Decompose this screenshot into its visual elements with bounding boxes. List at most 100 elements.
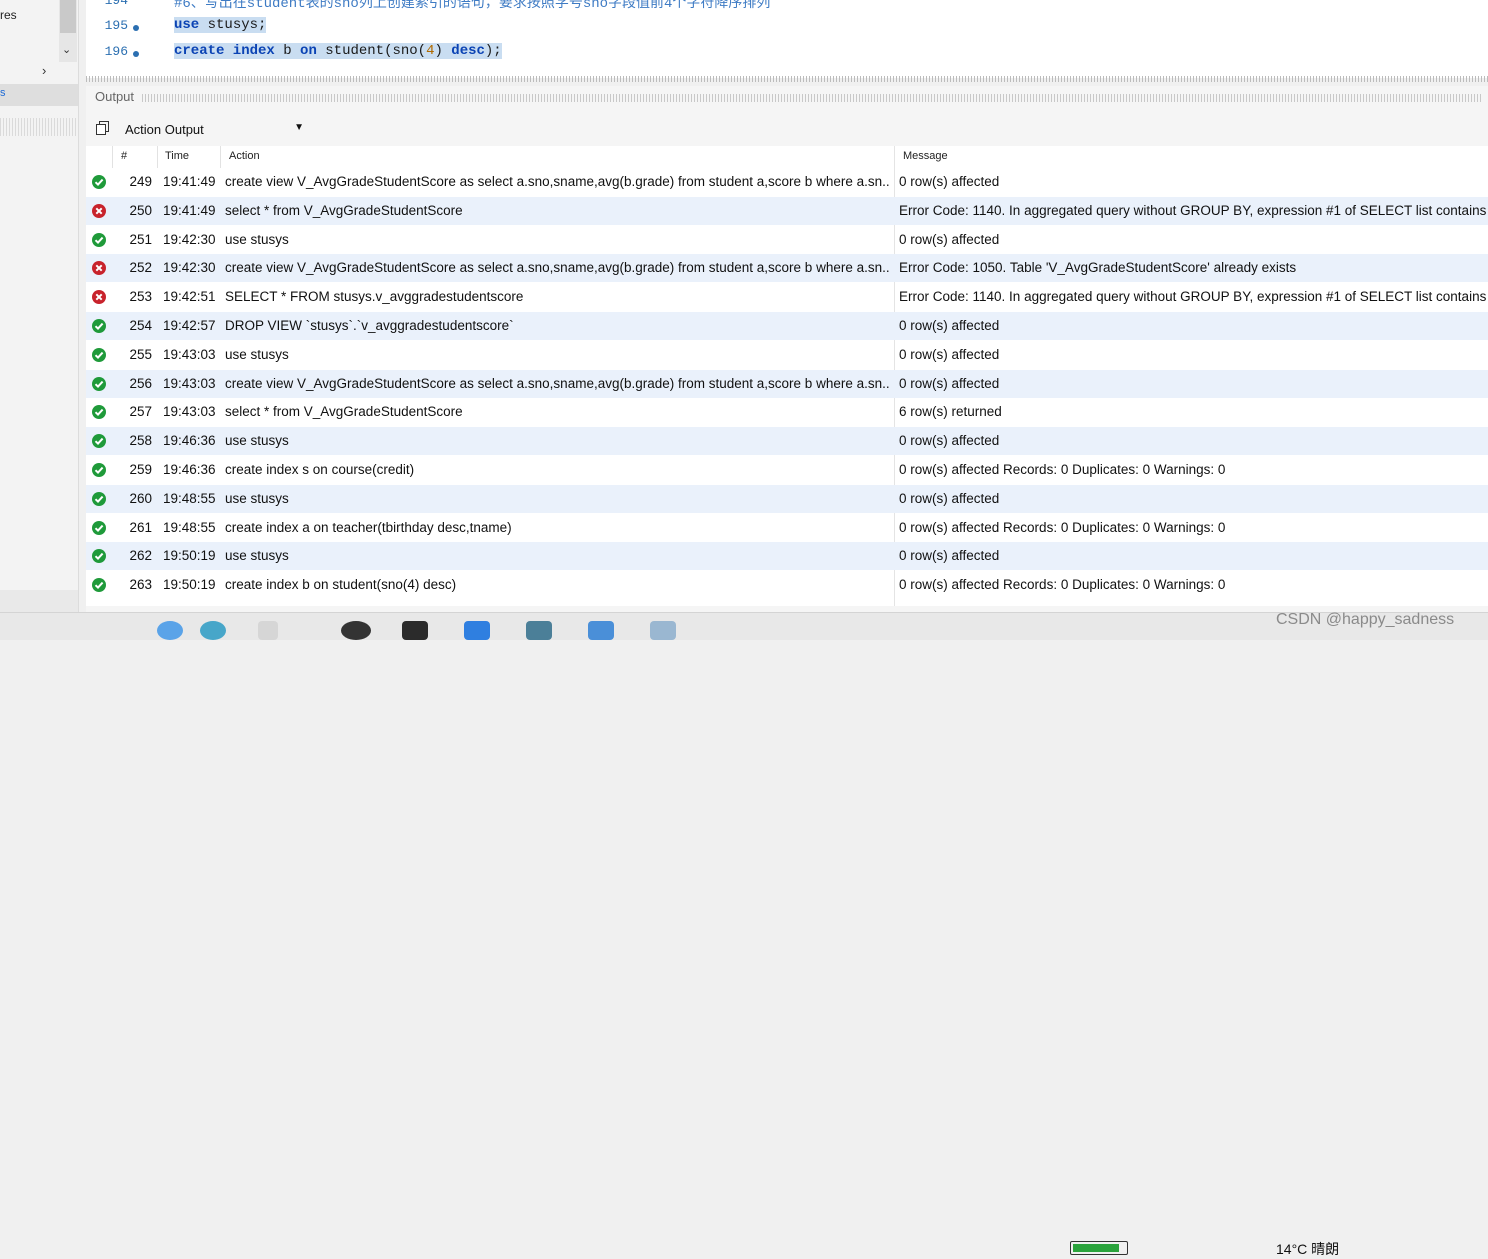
start-logo-icon[interactable]: [157, 621, 183, 640]
code-comment[interactable]: #6、写出在student表的sno列上创建索引的语句，要求按照学号sno字段值…: [174, 0, 770, 12]
success-check-icon: [92, 549, 106, 564]
row-action: create view V_AvgGradeStudentScore as se…: [225, 375, 890, 391]
column-divider[interactable]: [220, 146, 221, 168]
grid-header: # Time Action Message: [86, 146, 1488, 168]
row-time: 19:43:03: [163, 375, 216, 391]
row-time: 19:50:19: [163, 577, 216, 593]
column-header-time[interactable]: Time: [165, 150, 189, 162]
success-check-icon: [92, 520, 106, 535]
row-action: create index b on student(sno(4) desc): [225, 577, 457, 593]
table-row[interactable]: 261 19:48:55 create index a on teacher(tbi…: [86, 514, 1488, 542]
weather-text[interactable]: 14°C 晴朗: [1276, 1239, 1339, 1259]
chevron-down-icon[interactable]: ⌄: [62, 43, 71, 56]
row-message: 0 row(s) affected: [899, 548, 1000, 564]
row-number: 253: [129, 289, 152, 305]
column-header-message[interactable]: Message: [903, 150, 948, 162]
scrollbar-thumb[interactable]: [60, 0, 76, 33]
success-check-icon: [92, 376, 106, 391]
row-number: 251: [129, 231, 152, 247]
battery-icon[interactable]: [1070, 1241, 1128, 1255]
row-time: 19:46:36: [163, 462, 216, 477]
table-row[interactable]: 257 19:43:03 select * from V_AvgGradeStude…: [86, 398, 1488, 426]
table-row[interactable]: 263 19:50:19 create index b on student(sno…: [86, 571, 1488, 599]
row-message: Error Code: 1140. In aggregated query wi…: [899, 289, 1488, 305]
chevron-right-icon[interactable]: ›: [42, 63, 46, 78]
panel-splitter[interactable]: [0, 118, 78, 136]
error-x-icon: [92, 203, 106, 218]
row-action: use stusys: [225, 490, 289, 506]
steam-icon[interactable]: [341, 621, 371, 640]
row-message: 0 row(s) affected: [899, 318, 1000, 333]
row-message: 0 row(s) affected: [899, 375, 1000, 391]
code-statement[interactable]: use stusys;: [174, 17, 267, 33]
table-row[interactable]: 262 19:50:19 use stusys 0 row(s) affected: [86, 542, 1488, 571]
row-message: 0 row(s) affected Records: 0 Duplicates:…: [899, 519, 1226, 535]
success-check-icon: [92, 491, 106, 506]
table-row[interactable]: 253 19:42:51 SELECT * FROM stusys.v_avggra…: [86, 283, 1488, 311]
editor-line[interactable]: 196 create index b on student(sno(4) des…: [86, 41, 1488, 65]
editor-line[interactable]: 194 #6、写出在student表的sno列上创建索引的语句，要求按照学号sn…: [86, 0, 1488, 14]
row-action: select * from V_AvgGradeStudentScore: [225, 202, 463, 218]
row-number: 252: [129, 260, 152, 276]
row-action: select * from V_AvgGradeStudentScore: [225, 404, 463, 420]
code-statement[interactable]: create index b on student(sno(4) desc);: [174, 43, 502, 59]
output-type-select[interactable]: Action Output ▼: [120, 118, 308, 140]
table-row[interactable]: 252 19:42:30 create view V_AvgGradeStudent…: [86, 254, 1488, 283]
sql-editor[interactable]: 194 #6、写出在student表的sno列上创建索引的语句，要求按照学号sn…: [86, 0, 1488, 78]
editor-output-splitter[interactable]: [86, 76, 1488, 82]
column-header-action[interactable]: Action: [229, 150, 260, 162]
row-message: 0 row(s) affected: [899, 231, 1000, 247]
table-row[interactable]: 251 19:42:30 use stusys 0 row(s) affected: [86, 226, 1488, 254]
action-output-grid[interactable]: # Time Action Message 249 19:41:49 create …: [86, 146, 1488, 606]
dropdown-arrow-icon[interactable]: ▼: [294, 122, 304, 133]
row-number: 250: [129, 202, 152, 218]
row-message: 0 row(s) affected: [899, 433, 1000, 449]
csdn-app-icon[interactable]: [402, 621, 428, 640]
table-row[interactable]: 256 19:43:03 create view V_AvgGradeStudent…: [86, 369, 1488, 398]
column-divider[interactable]: [112, 146, 113, 168]
statement-marker-icon: [133, 51, 139, 57]
row-action: create index s on course(credit): [225, 462, 415, 477]
navigator-scrollbar[interactable]: ⌄: [59, 0, 77, 62]
output-toolbar: Action Output ▼: [86, 116, 1488, 142]
file-manager-icon[interactable]: [258, 621, 278, 640]
navigator-selected-tab[interactable]: s: [0, 84, 78, 106]
table-row[interactable]: 249 19:41:49 create view V_AvgGradeStudent…: [86, 168, 1488, 196]
app-icon[interactable]: [650, 621, 676, 640]
error-x-icon: [92, 261, 106, 276]
mail-icon[interactable]: [464, 621, 490, 640]
folder-icon[interactable]: [588, 621, 614, 640]
row-number: 259: [129, 462, 152, 477]
row-number: 263: [129, 577, 152, 593]
output-type-value: Action Output: [125, 122, 204, 137]
taskbar: 14°C 晴朗: [0, 612, 1488, 1257]
table-row[interactable]: 254 19:42:57 DROP VIEW `stusys`.`v_avggrad…: [86, 312, 1488, 340]
success-check-icon: [92, 175, 106, 189]
browser-icon[interactable]: [200, 621, 226, 640]
row-message: 0 row(s) affected: [899, 174, 1000, 189]
success-check-icon: [92, 434, 106, 449]
editor-line[interactable]: 195 use stusys;: [86, 15, 1488, 39]
column-divider[interactable]: [157, 146, 158, 168]
table-row[interactable]: 259 19:46:36 create index s on course(cred…: [86, 456, 1488, 484]
column-header-num[interactable]: #: [121, 150, 127, 162]
output-title: Output: [95, 89, 135, 104]
copy-icon[interactable]: [95, 120, 111, 136]
success-check-icon: [92, 319, 106, 333]
statement-marker-icon: [133, 25, 139, 31]
row-time: 19:41:49: [163, 202, 216, 218]
table-row[interactable]: 250 19:41:49 select * from V_AvgGradeStude…: [86, 196, 1488, 225]
row-number: 257: [129, 404, 152, 420]
row-message: Error Code: 1050. Table 'V_AvgGradeStude…: [899, 260, 1297, 276]
row-time: 19:42:30: [163, 231, 216, 247]
row-action: create index a on teacher(tbirthday desc…: [225, 519, 512, 535]
output-header-grip[interactable]: [142, 94, 1482, 102]
navigator-tree-item[interactable]: res: [0, 8, 17, 22]
row-action: use stusys: [225, 231, 289, 247]
table-row[interactable]: 260 19:48:55 use stusys 0 row(s) affected: [86, 484, 1488, 513]
table-row[interactable]: 258 19:46:36 use stusys 0 row(s) affected: [86, 427, 1488, 456]
row-action: create view V_AvgGradeStudentScore as se…: [225, 174, 890, 189]
table-row[interactable]: 255 19:43:03 use stusys 0 row(s) affected: [86, 341, 1488, 369]
mysql-workbench-icon[interactable]: [526, 621, 552, 640]
row-message: 0 row(s) affected: [899, 490, 1000, 506]
